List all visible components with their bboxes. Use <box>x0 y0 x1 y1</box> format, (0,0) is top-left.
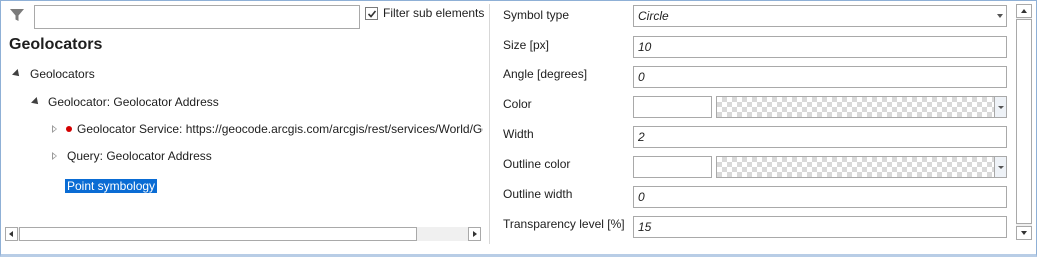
size-input[interactable]: 10 <box>633 36 1007 58</box>
angle-label: Angle [degrees] <box>503 67 588 81</box>
size-value: 10 <box>638 40 652 54</box>
angle-input[interactable]: 0 <box>633 66 1007 88</box>
chevron-left-icon <box>9 231 13 237</box>
chevron-right-icon <box>473 231 477 237</box>
filter-sub-elements-checkbox[interactable] <box>365 7 378 20</box>
width-label: Width <box>503 127 534 141</box>
tree-item-label: Query: Geolocator Address <box>67 149 212 163</box>
angle-value: 0 <box>638 70 645 84</box>
status-dot-icon <box>66 126 72 132</box>
vertical-scrollbar[interactable] <box>1016 4 1032 240</box>
filter-icon[interactable] <box>9 7 25 23</box>
scroll-down-button[interactable] <box>1016 226 1032 240</box>
dropdown-arrow-icon[interactable] <box>994 157 1006 177</box>
color-picker[interactable] <box>716 96 1007 118</box>
symbol-type-select[interactable]: Circle <box>633 5 1007 27</box>
tree-item-label-selected: Point symbology <box>65 179 158 193</box>
transparency-value: 15 <box>638 220 652 234</box>
chevron-down-icon <box>1021 231 1027 235</box>
expand-closed-icon[interactable] <box>52 125 57 133</box>
symbol-type-value: Circle <box>638 9 669 23</box>
tree-item-label: Geolocators <box>30 67 95 81</box>
expand-closed-icon[interactable] <box>52 152 57 160</box>
tree-panel: Filter sub elements Geolocators Geolocat… <box>1 1 485 251</box>
dropdown-arrow-icon[interactable] <box>994 97 1006 117</box>
scroll-thumb[interactable] <box>1016 19 1032 224</box>
scroll-right-button[interactable] <box>468 227 481 241</box>
outline-color-picker[interactable] <box>716 156 1007 178</box>
outline-color-label: Outline color <box>503 157 571 171</box>
horizontal-scrollbar[interactable] <box>5 227 481 241</box>
tree-item-query[interactable]: Query: Geolocator Address <box>67 146 212 166</box>
transparency-input[interactable]: 15 <box>633 216 1007 238</box>
filter-input[interactable] <box>34 5 360 29</box>
symbol-type-label: Symbol type <box>503 8 570 22</box>
dropdown-arrow-icon <box>997 14 1003 18</box>
scroll-up-button[interactable] <box>1016 4 1032 18</box>
tree-item-label: Geolocator: Geolocator Address <box>48 95 219 109</box>
width-value: 2 <box>638 130 645 144</box>
expand-open-icon[interactable] <box>31 97 41 107</box>
scroll-left-button[interactable] <box>5 227 18 241</box>
outline-color-input[interactable] <box>633 156 712 178</box>
scroll-thumb[interactable] <box>19 227 417 241</box>
page-title: Geolocators <box>9 36 103 53</box>
expand-open-icon[interactable] <box>12 69 22 79</box>
checkbox-check-icon <box>367 10 377 18</box>
color-label: Color <box>503 97 532 111</box>
filter-sub-elements-label: Filter sub elements <box>383 6 485 20</box>
outline-width-value: 0 <box>638 190 645 204</box>
outline-width-input[interactable]: 0 <box>633 186 1007 208</box>
tree-item-geolocator[interactable]: Geolocator: Geolocator Address <box>48 92 219 112</box>
tree-item-geolocators[interactable]: Geolocators <box>30 64 95 84</box>
tree-item-service[interactable]: Geolocator Service: https://geocode.arcg… <box>77 119 483 139</box>
width-input[interactable]: 2 <box>633 126 1007 148</box>
tree-item-label: Geolocator Service: https://geocode.arcg… <box>77 122 483 136</box>
outline-width-label: Outline width <box>503 187 573 201</box>
panel-divider[interactable] <box>489 4 490 244</box>
transparency-label: Transparency level [%] <box>503 217 625 231</box>
color-input[interactable] <box>633 96 712 118</box>
tree-item-point-symbology[interactable]: Point symbology <box>65 176 158 193</box>
size-label: Size [px] <box>503 38 550 52</box>
chevron-up-icon <box>1021 9 1027 13</box>
